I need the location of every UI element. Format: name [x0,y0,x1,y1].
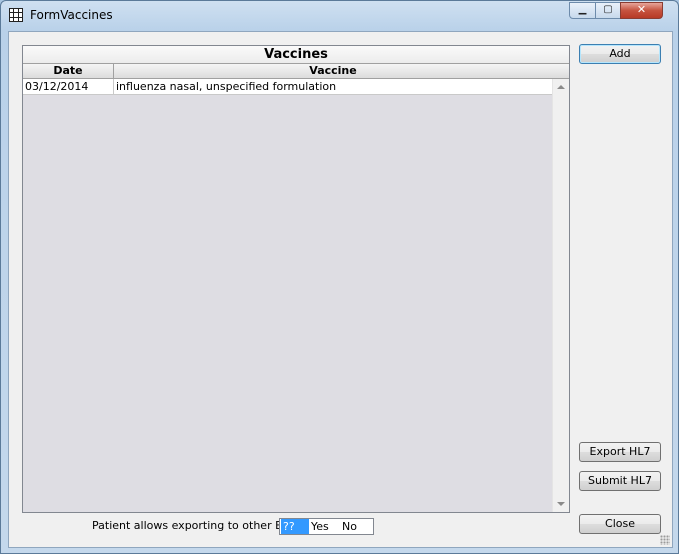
vaccines-grid: Vaccines Date Vaccine 03/12/2014 influen… [22,45,570,513]
close-button[interactable]: Close [579,514,661,534]
minimize-button[interactable]: ▁ [569,2,596,19]
grid-rows: 03/12/2014 influenza nasal, unspecified … [23,79,552,95]
client-area: Vaccines Date Vaccine 03/12/2014 influen… [8,31,673,548]
column-header-vaccine[interactable]: Vaccine [114,64,552,78]
table-row[interactable]: 03/12/2014 influenza nasal, unspecified … [23,79,552,95]
option-unknown[interactable]: ?? [281,519,309,534]
title-bar[interactable]: FormVaccines ▁ ▢ ✕ [1,1,678,31]
window-title: FormVaccines [30,8,113,22]
option-no[interactable]: No [340,519,359,534]
grid-header: Date Vaccine [23,64,569,79]
form-vaccines-window: FormVaccines ▁ ▢ ✕ Vaccines Date Vaccine… [0,0,679,554]
option-yes[interactable]: Yes [309,519,331,534]
export-permission-label: Patient allows exporting to other EHRs [92,519,304,532]
add-button[interactable]: Add [579,44,661,64]
grid-title: Vaccines [23,46,569,64]
cell-date: 03/12/2014 [25,80,89,93]
column-header-date[interactable]: Date [23,64,114,78]
cell-vaccine: influenza nasal, unspecified formulation [116,80,337,93]
close-window-button[interactable]: ✕ [620,2,663,19]
maximize-button[interactable]: ▢ [595,2,621,19]
app-grid-icon [9,8,23,22]
cell-divider [113,79,114,94]
vertical-scrollbar[interactable] [552,79,569,512]
resize-grip-icon[interactable] [660,535,670,545]
export-hl7-button[interactable]: Export HL7 [579,442,661,462]
export-permission-listbox[interactable]: ?? Yes No [279,518,374,535]
submit-hl7-button[interactable]: Submit HL7 [579,471,661,491]
scroll-up-icon[interactable] [557,85,565,89]
scroll-down-icon[interactable] [557,502,565,506]
